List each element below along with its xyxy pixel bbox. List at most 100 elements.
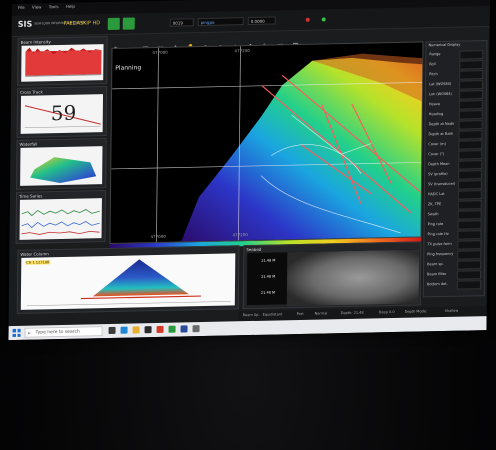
menu-help[interactable]: Help bbox=[66, 4, 75, 9]
numerical-row-label: SV (profile) bbox=[428, 171, 448, 177]
numerical-row: Cover (m) bbox=[427, 139, 483, 150]
app-icon-gray[interactable] bbox=[192, 325, 200, 333]
status-beam-sp: Beam Sp. bbox=[242, 312, 260, 318]
numerical-row-label: Beam filter bbox=[427, 271, 447, 277]
search-placeholder: Type here to search bbox=[35, 329, 80, 336]
numerical-row-label: Depth at Nadir bbox=[428, 121, 455, 127]
monitor-bezel: File View Tools Help SIS SEAFLOOR INFORMA… bbox=[0, 0, 496, 450]
alarm-icon[interactable] bbox=[305, 17, 310, 22]
status-icon bbox=[321, 17, 326, 22]
panel-title: Waterfall bbox=[19, 141, 38, 147]
cross-track-value: 59 bbox=[50, 100, 77, 126]
app-window: File View Tools Help SIS SEAFLOOR INFORMA… bbox=[8, 0, 490, 341]
numerical-row-label: Cover (m) bbox=[428, 141, 446, 147]
panel-title: Seabed bbox=[246, 246, 262, 253]
numerical-row-label: Bottom det. bbox=[426, 281, 448, 287]
cross-track-panel: Cross Track 59 bbox=[16, 86, 108, 138]
numerical-row: Depth at Nadir bbox=[428, 119, 484, 130]
waterfall-3d-view bbox=[30, 157, 97, 184]
line-number-field[interactable]: 0019 bbox=[169, 18, 194, 27]
bathymetry-surface bbox=[111, 46, 424, 244]
status-shallow: Shallow bbox=[444, 308, 459, 313]
mode-field[interactable]: pingpa bbox=[197, 17, 244, 27]
panel-title: Time Series bbox=[18, 193, 43, 199]
ping-start-button[interactable] bbox=[107, 17, 120, 30]
numerical-row-label: Heading bbox=[428, 111, 444, 117]
time-series-plot bbox=[19, 198, 102, 240]
numerical-row-label: Ping rate bbox=[427, 221, 444, 227]
numerical-row-label: Roll bbox=[429, 62, 436, 67]
menu-bar: File View Tools Help bbox=[18, 4, 81, 10]
app-icon-green[interactable] bbox=[168, 325, 176, 333]
water-column-plot: CH 1 123188 bbox=[20, 253, 236, 310]
numerical-row: Lat (WGS84) bbox=[428, 79, 484, 90]
numerical-row: Depth Mean bbox=[427, 159, 483, 170]
taskbar-search-input[interactable]: ⌕ Type here to search bbox=[24, 326, 103, 338]
numerical-row-label: Lat (WGS84) bbox=[429, 81, 452, 87]
numerical-row-label: TX pulse form bbox=[427, 241, 452, 247]
cross-track-plot: 59 bbox=[20, 94, 104, 134]
panel-title: Numerical Display bbox=[428, 42, 461, 48]
map-coord-bottom-1: 477000 bbox=[150, 233, 166, 240]
file-explorer-icon[interactable] bbox=[132, 326, 140, 334]
map-coord-top-2: 477200 bbox=[234, 48, 250, 54]
numerical-row-label: HADC Lat bbox=[427, 191, 445, 197]
seabed-image: 21.48 M 21.48 M 21.48 M bbox=[246, 249, 420, 307]
task-view-icon[interactable] bbox=[108, 326, 116, 334]
log-start-button[interactable] bbox=[122, 17, 135, 30]
numerical-display-panel: Numerical Display Range Roll Pitch Lat (WGS… bbox=[422, 40, 488, 298]
depth-label-3: 21.48 M bbox=[260, 290, 276, 295]
numerical-row: Lon (WGS84) bbox=[428, 89, 484, 100]
numerical-row: Depth at Bath bbox=[427, 129, 483, 140]
numerical-row: SV (transducer) bbox=[427, 179, 483, 190]
numerical-row: Range bbox=[428, 49, 484, 60]
water-column-panel: Water Column CH 1 123188 bbox=[16, 245, 240, 314]
time-series-panel: Time Series bbox=[15, 190, 107, 244]
numerical-row-label: Depth Mean bbox=[428, 161, 450, 167]
panel-title: Cross Track bbox=[20, 89, 43, 95]
numerical-row-label: SV (transducer) bbox=[427, 181, 456, 187]
water-column-tag: CH 1 123188 bbox=[25, 260, 51, 265]
value-field[interactable]: 0.0000 bbox=[247, 16, 276, 26]
app-icon-red[interactable] bbox=[156, 325, 164, 333]
windows-start-icon[interactable] bbox=[12, 328, 21, 338]
numerical-row: Heave bbox=[428, 99, 484, 110]
numerical-row-label: Swath bbox=[427, 212, 439, 217]
numerical-row: Ping rate Hz bbox=[426, 229, 482, 240]
numerical-row: TX pulse form bbox=[426, 239, 482, 250]
map-coord-top-1: 477000 bbox=[152, 49, 168, 56]
store-icon[interactable] bbox=[144, 326, 152, 334]
menu-file[interactable]: File bbox=[18, 5, 25, 10]
panel-title: Water Column bbox=[20, 251, 49, 257]
app-icon-blue[interactable] bbox=[180, 325, 188, 333]
beam-intensity-panel: Beam Intensity bbox=[17, 35, 108, 86]
numerical-row-label: ZK, TPE bbox=[427, 202, 442, 207]
map-mode-label: Planning bbox=[115, 64, 142, 72]
search-icon: ⌕ bbox=[27, 329, 31, 337]
status-equidistant: Equidistant bbox=[262, 312, 283, 317]
numerical-row: ZK, TPE bbox=[427, 199, 483, 210]
numerical-row-label: Depth at Bath bbox=[428, 131, 454, 137]
beam-intensity-chart bbox=[25, 47, 102, 77]
numerical-row: SV (profile) bbox=[427, 169, 483, 180]
status-deep: Deep 0.0 bbox=[378, 310, 395, 315]
status-normal: Normal bbox=[314, 311, 328, 316]
edge-icon[interactable] bbox=[120, 326, 128, 334]
numerical-row: Roll bbox=[428, 59, 484, 70]
vessel-selector[interactable]: FAEDASKIP HD bbox=[64, 20, 100, 27]
waterfall-panel: Waterfall bbox=[16, 138, 107, 190]
numerical-row-label: Cover (°) bbox=[428, 151, 445, 157]
numerical-row-label: Pitch bbox=[429, 72, 438, 77]
menu-view[interactable]: View bbox=[32, 4, 42, 9]
numerical-row: Swath bbox=[427, 209, 483, 220]
map-coord-bottom-2: 477200 bbox=[232, 232, 248, 238]
numerical-row: Pitch bbox=[428, 69, 484, 80]
beam-intensity-plot bbox=[21, 44, 104, 82]
bathymetry-map[interactable]: Planning 477000 477200 477000 477200 bbox=[109, 41, 424, 244]
menu-tools[interactable]: Tools bbox=[49, 4, 59, 9]
numerical-row: Bottom det. bbox=[426, 279, 482, 290]
numerical-row: HADC Lat bbox=[427, 189, 483, 200]
numerical-row: Cover (°) bbox=[427, 149, 483, 160]
numerical-row-label: Ping rate Hz bbox=[427, 231, 449, 237]
numerical-row: Heading bbox=[428, 109, 484, 120]
